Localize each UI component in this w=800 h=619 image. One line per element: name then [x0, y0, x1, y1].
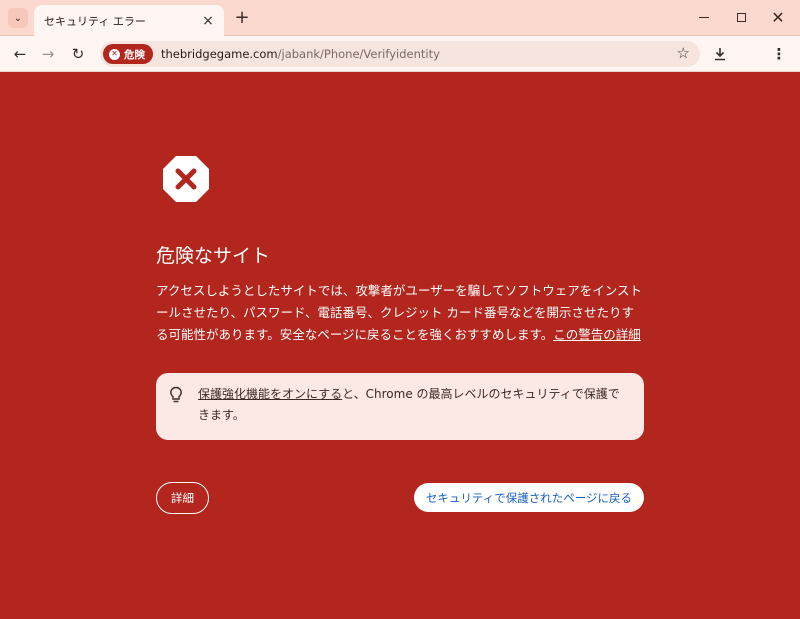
reload-button[interactable]: ↻: [66, 42, 90, 66]
details-button[interactable]: 詳細: [156, 482, 209, 514]
more-vertical-icon: ⋮: [771, 45, 787, 63]
learn-more-link[interactable]: この警告の詳細: [553, 327, 641, 342]
maximize-icon: [736, 12, 746, 22]
url-text[interactable]: thebridgegame.com/jabank/Phone/Verifyide…: [161, 47, 440, 61]
arrow-left-icon: ←: [13, 45, 27, 63]
arrow-right-icon: →: [41, 45, 55, 63]
new-tab-button[interactable]: +: [232, 6, 252, 28]
lightbulb-icon: [170, 386, 182, 403]
minimize-button[interactable]: [689, 5, 719, 29]
window-close-button[interactable]: ✕: [763, 5, 793, 29]
security-chip[interactable]: ✕ 危険: [103, 44, 153, 64]
enhanced-protection-box: 保護強化機能をオンにすると、Chrome の最高レベルのセキュリティで保護できま…: [156, 373, 644, 440]
tab-close-button[interactable]: ×: [200, 13, 216, 29]
download-button[interactable]: [708, 42, 732, 66]
tab-strip: ⌄ セキュリティ エラー × + ✕: [0, 0, 800, 36]
chevron-down-icon: ⌄: [13, 12, 23, 24]
enhanced-protection-text: 保護強化機能をオンにすると、Chrome の最高レベルのセキュリティで保護できま…: [198, 387, 620, 422]
url-path: /jabank/Phone/Verifyidentity: [277, 47, 440, 61]
enhanced-protection-link[interactable]: 保護強化機能をオンにする: [198, 387, 342, 401]
reload-icon: ↻: [71, 45, 85, 63]
tab-security-error[interactable]: セキュリティ エラー ×: [34, 5, 224, 36]
security-chip-label: 危険: [124, 48, 145, 61]
interstitial-content: 危険なサイト アクセスしようとしたサイトでは、攻撃者がユーザーを騙してソフトウェ…: [156, 155, 646, 514]
forward-button[interactable]: →: [36, 42, 60, 66]
danger-octagon-icon: [163, 156, 209, 202]
browser-toolbar: ← → ↻ ✕ 危険 thebridgegame.com/jabank/Phon…: [0, 36, 800, 72]
tab-title: セキュリティ エラー: [44, 14, 146, 28]
back-to-safety-button[interactable]: セキュリティで保護されたページに戻る: [413, 483, 644, 512]
close-icon: ×: [202, 12, 214, 29]
menu-button[interactable]: ⋮: [767, 42, 791, 66]
page-title: 危険なサイト: [156, 245, 271, 267]
plus-icon: +: [234, 6, 250, 28]
address-bar[interactable]: ✕ 危険 thebridgegame.com/jabank/Phone/Veri…: [100, 41, 700, 67]
back-button[interactable]: ←: [8, 42, 32, 66]
button-row: 詳細 セキュリティで保護されたページに戻る: [156, 482, 646, 514]
url-host: thebridgegame.com: [161, 47, 278, 61]
bookmark-star-icon[interactable]: ☆: [677, 44, 690, 62]
maximize-button[interactable]: [726, 5, 756, 29]
download-icon: [715, 48, 725, 61]
close-icon: ✕: [771, 7, 785, 27]
warning-explanation: アクセスしようとしたサイトでは、攻撃者がユーザーを騙してソフトウェアをインストー…: [156, 280, 646, 346]
danger-icon: ✕: [109, 48, 120, 60]
minimize-icon: [699, 16, 709, 18]
tab-search-button[interactable]: ⌄: [8, 8, 28, 28]
